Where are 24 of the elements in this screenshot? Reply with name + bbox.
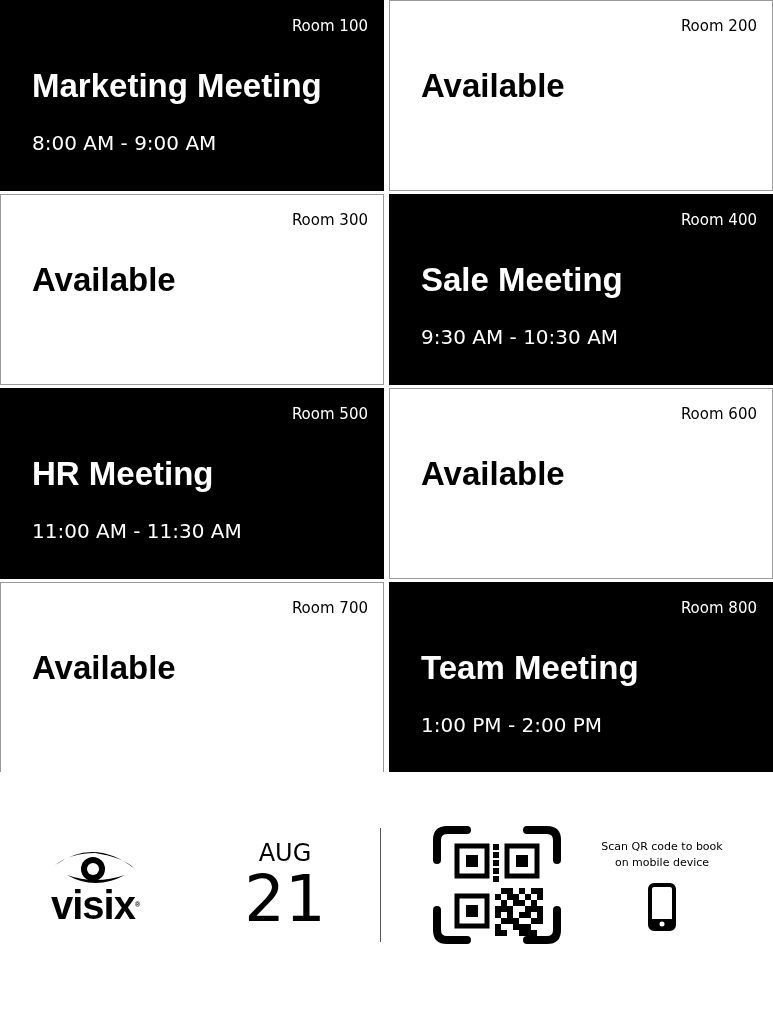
- room-name: Room 500: [291, 405, 368, 423]
- meeting-title: Team Meeting: [421, 649, 640, 687]
- meeting-title: Available: [421, 67, 566, 105]
- meeting-time: 1:00 PM - 2:00 PM: [421, 713, 604, 737]
- room-name: Room 800: [680, 599, 757, 617]
- room-name: Room 400: [680, 211, 757, 229]
- meeting-title: HR Meeting: [32, 455, 215, 493]
- room-name: Room 600: [680, 405, 757, 423]
- date-month: AUG: [258, 839, 312, 867]
- room-name: Room 300: [291, 211, 368, 229]
- room-name: Room 200: [680, 17, 757, 35]
- qr-caption: Scan QR code to book on mobile device: [600, 839, 724, 871]
- date-day: 21: [244, 867, 326, 931]
- meeting-title: Available: [32, 649, 177, 687]
- meeting-time: 11:00 AM - 11:30 AM: [32, 519, 243, 543]
- room-name: Room 700: [291, 599, 368, 617]
- meeting-time: 8:00 AM - 9:00 AM: [32, 131, 218, 155]
- meeting-title: Marketing Meeting: [32, 67, 323, 105]
- meeting-title: Sale Meeting: [421, 261, 624, 299]
- meeting-title: Available: [32, 261, 177, 299]
- meeting-time: 9:30 AM - 10:30 AM: [421, 325, 620, 349]
- meeting-title: Available: [421, 455, 566, 493]
- room-name: Room 100: [291, 17, 368, 35]
- phone-icon: [648, 883, 676, 931]
